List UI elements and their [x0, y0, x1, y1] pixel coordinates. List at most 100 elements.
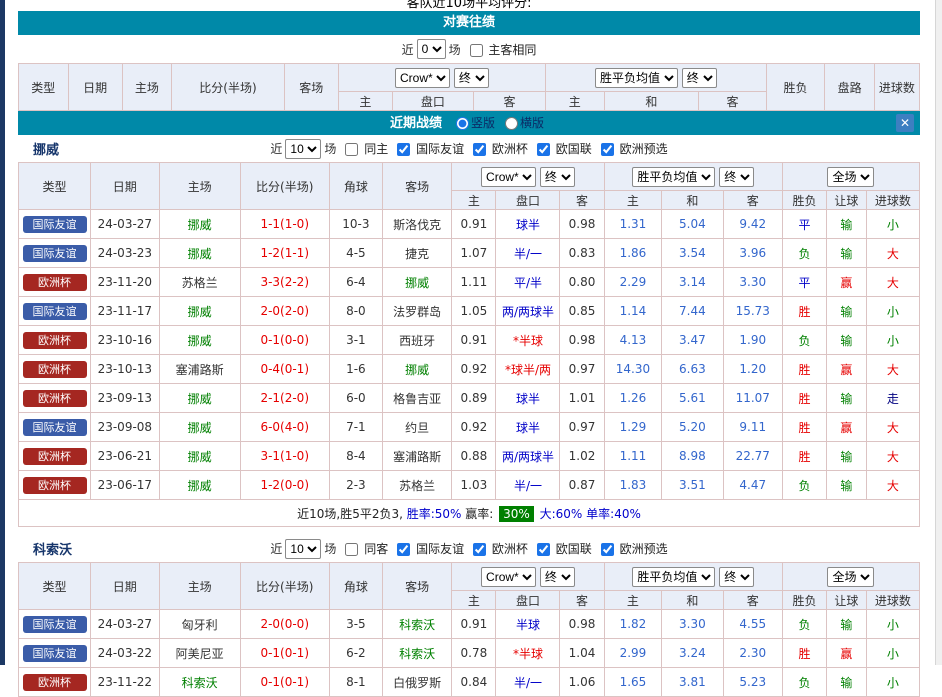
league-qualifier-checkbox[interactable]: [601, 543, 614, 556]
match-type[interactable]: 国际友谊: [19, 639, 91, 668]
match-type[interactable]: 欧洲杯: [19, 668, 91, 697]
away-team[interactable]: 挪威: [382, 268, 451, 297]
vertical-layout-radio[interactable]: [456, 117, 469, 130]
away-team[interactable]: 白俄罗斯: [382, 668, 451, 697]
final-odds-select[interactable]: 终: [719, 167, 754, 187]
team-name-norway[interactable]: 挪威: [33, 139, 59, 158]
fullmatch-select[interactable]: 全场: [827, 567, 874, 587]
same-home-away-option[interactable]: 主客相同: [464, 41, 537, 58]
horizontal-layout-radio[interactable]: [505, 117, 518, 130]
away-team[interactable]: 法罗群岛: [382, 297, 451, 326]
home-team[interactable]: 挪威: [159, 326, 240, 355]
match-type[interactable]: 欧洲杯: [19, 442, 91, 471]
final-odds-select[interactable]: 终: [719, 567, 754, 587]
league-qualifier-option[interactable]: 欧洲预选: [595, 540, 668, 557]
away-team[interactable]: 斯洛伐克: [382, 210, 451, 239]
league-friendly-option[interactable]: 国际友谊: [391, 140, 464, 157]
match-type-badge[interactable]: 欧洲杯: [23, 477, 87, 494]
away-team[interactable]: 苏格兰: [382, 471, 451, 500]
same-venue-option[interactable]: 同主: [339, 140, 388, 157]
league-euro-option[interactable]: 欧洲杯: [467, 140, 528, 157]
match-type-badge[interactable]: 欧洲杯: [23, 390, 87, 407]
league-euro-checkbox[interactable]: [473, 543, 486, 556]
away-team[interactable]: 捷克: [382, 239, 451, 268]
same-venue-option[interactable]: 同客: [339, 540, 388, 557]
match-type-badge[interactable]: 欧洲杯: [23, 361, 87, 378]
score-halftime[interactable]: 3-3(2-2): [240, 268, 329, 297]
wdl-avg-select[interactable]: 胜平负均值: [632, 167, 715, 187]
company-select[interactable]: Crow*: [395, 68, 450, 88]
match-type[interactable]: 欧洲杯: [19, 471, 91, 500]
home-team[interactable]: 挪威: [159, 239, 240, 268]
match-type[interactable]: 国际友谊: [19, 210, 91, 239]
score-halftime[interactable]: 0-1(0-1): [240, 639, 329, 668]
league-nations-option[interactable]: 欧国联: [531, 540, 592, 557]
league-friendly-checkbox[interactable]: [397, 143, 410, 156]
home-team[interactable]: 挪威: [159, 413, 240, 442]
home-team[interactable]: 匈牙利: [159, 610, 240, 639]
fullmatch-select[interactable]: 全场: [827, 167, 874, 187]
home-team[interactable]: 苏格兰: [159, 268, 240, 297]
match-type[interactable]: 国际友谊: [19, 297, 91, 326]
team-name-kosovo[interactable]: 科索沃: [33, 539, 72, 558]
final-odds-select[interactable]: 终: [540, 567, 575, 587]
match-type-badge[interactable]: 国际友谊: [23, 645, 87, 662]
league-euro-checkbox[interactable]: [473, 143, 486, 156]
match-type-badge[interactable]: 国际友谊: [23, 303, 87, 320]
score-halftime[interactable]: 1-2(0-0): [240, 471, 329, 500]
away-team[interactable]: 格鲁吉亚: [382, 384, 451, 413]
match-type-badge[interactable]: 国际友谊: [23, 245, 87, 262]
h2h-near-count-select[interactable]: 0: [417, 39, 446, 59]
score-halftime[interactable]: 0-1(0-1): [240, 668, 329, 697]
home-team[interactable]: 科索沃: [159, 668, 240, 697]
league-nations-checkbox[interactable]: [537, 143, 550, 156]
home-team[interactable]: 挪威: [159, 442, 240, 471]
score-halftime[interactable]: 0-4(0-1): [240, 355, 329, 384]
score-halftime[interactable]: 1-1(1-0): [240, 210, 329, 239]
wdl-avg-select[interactable]: 胜平负均值: [632, 567, 715, 587]
league-nations-option[interactable]: 欧国联: [531, 140, 592, 157]
match-type[interactable]: 欧洲杯: [19, 326, 91, 355]
league-qualifier-option[interactable]: 欧洲预选: [595, 140, 668, 157]
same-home-checkbox[interactable]: [345, 143, 358, 156]
match-type-badge[interactable]: 欧洲杯: [23, 448, 87, 465]
home-team[interactable]: 阿美尼亚: [159, 639, 240, 668]
match-type-badge[interactable]: 欧洲杯: [23, 674, 87, 691]
same-home-away-checkbox[interactable]: [470, 44, 483, 57]
close-icon[interactable]: ✕: [896, 114, 914, 132]
league-nations-checkbox[interactable]: [537, 543, 550, 556]
kosovo-near-count-select[interactable]: 10: [285, 539, 321, 559]
scrollbar[interactable]: [935, 0, 942, 665]
score-halftime[interactable]: 1-2(1-1): [240, 239, 329, 268]
wdl-avg-select[interactable]: 胜平负均值: [595, 68, 678, 88]
away-team[interactable]: 塞浦路斯: [382, 442, 451, 471]
score-halftime[interactable]: 2-0(2-0): [240, 297, 329, 326]
match-type[interactable]: 欧洲杯: [19, 355, 91, 384]
league-friendly-option[interactable]: 国际友谊: [391, 540, 464, 557]
away-team[interactable]: 科索沃: [382, 639, 451, 668]
final-odds-select[interactable]: 终: [454, 68, 489, 88]
match-type-badge[interactable]: 国际友谊: [23, 616, 87, 633]
home-team[interactable]: 塞浦路斯: [159, 355, 240, 384]
match-type[interactable]: 国际友谊: [19, 610, 91, 639]
league-qualifier-checkbox[interactable]: [601, 143, 614, 156]
vertical-layout-label[interactable]: 竖版: [471, 116, 495, 130]
match-type[interactable]: 欧洲杯: [19, 384, 91, 413]
match-type-badge[interactable]: 国际友谊: [23, 419, 87, 436]
final-odds-select[interactable]: 终: [682, 68, 717, 88]
horizontal-layout-label[interactable]: 横版: [520, 116, 544, 130]
match-type-badge[interactable]: 国际友谊: [23, 216, 87, 233]
score-halftime[interactable]: 3-1(1-0): [240, 442, 329, 471]
away-team[interactable]: 挪威: [382, 355, 451, 384]
company-select[interactable]: Crow*: [481, 167, 536, 187]
home-team[interactable]: 挪威: [159, 297, 240, 326]
away-team[interactable]: 约旦: [382, 413, 451, 442]
league-euro-option[interactable]: 欧洲杯: [467, 540, 528, 557]
home-team[interactable]: 挪威: [159, 471, 240, 500]
away-team[interactable]: 西班牙: [382, 326, 451, 355]
match-type[interactable]: 国际友谊: [19, 239, 91, 268]
final-odds-select[interactable]: 终: [540, 167, 575, 187]
match-type-badge[interactable]: 欧洲杯: [23, 332, 87, 349]
same-away-checkbox[interactable]: [345, 543, 358, 556]
match-type-badge[interactable]: 欧洲杯: [23, 274, 87, 291]
